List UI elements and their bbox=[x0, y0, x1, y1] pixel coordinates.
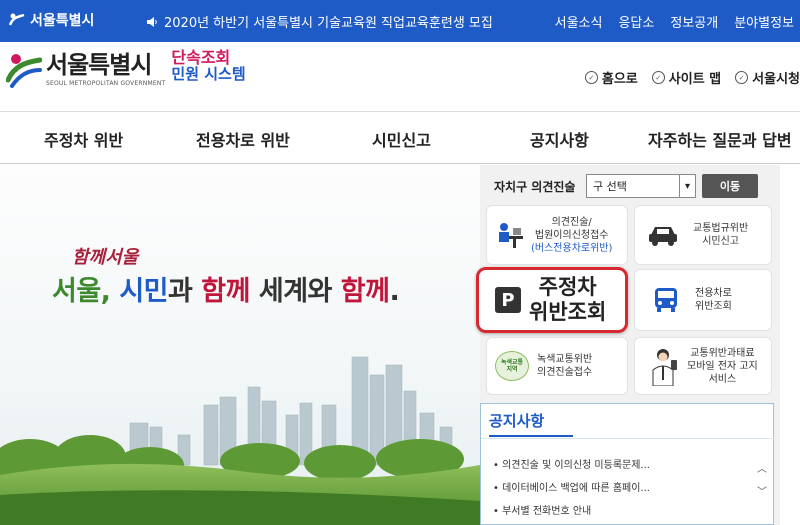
logo-title: 서울특별시 bbox=[46, 51, 152, 79]
slogan-part-1: 서울, bbox=[52, 276, 120, 307]
link-eungdapso[interactable]: 응답소 bbox=[618, 12, 654, 31]
sitemap-link[interactable]: ✓ 사이트 맵 bbox=[651, 68, 722, 87]
tile-traffic-report[interactable]: 교통법규위반 시민신고 bbox=[634, 205, 772, 265]
notice-scroller: ︿ ﹀ bbox=[757, 460, 771, 498]
link-info-disclosure[interactable]: 정보공개 bbox=[670, 12, 718, 31]
slogan-part-7: . bbox=[389, 276, 400, 307]
notice-list: 의견진술 및 이의신청 미등록문제... 데이터베이스 백업에 따른 홈페이..… bbox=[493, 456, 650, 525]
notice-box-divider bbox=[481, 438, 775, 439]
tile-5-line-2: 의견진술접수 bbox=[537, 367, 593, 378]
notice-item[interactable]: 부서별 전화번호 안내 bbox=[493, 502, 650, 517]
tile-opinion-objection[interactable]: 의견진술/ 법원이의신청접수 (버스전용차로위반) bbox=[486, 205, 628, 265]
parking-icon: P bbox=[495, 287, 521, 313]
system-line-1: 단속조회 bbox=[171, 48, 231, 67]
tile-1-line-2: 법원이의신청접수 bbox=[534, 229, 609, 241]
district-select-value: 구 선택 bbox=[593, 180, 627, 193]
chevron-down-icon: ▾ bbox=[679, 175, 695, 197]
bus-icon bbox=[655, 288, 677, 312]
cityhall-link[interactable]: ✓ 서울시청 bbox=[735, 68, 800, 87]
notice-ticker[interactable]: 2020년 하반기 서울특별시 기술교육원 직업교육훈련생 모집 bbox=[146, 12, 493, 31]
utility-links: ✓ 홈으로 ✓ 사이트 맵 ✓ 서울시청 bbox=[584, 68, 800, 87]
home-label: 홈으로 bbox=[601, 72, 638, 87]
nav-parking-violation[interactable]: 주정차 위반 bbox=[44, 127, 123, 151]
tile-4-line-2: 위반조회 bbox=[695, 301, 732, 312]
home-link[interactable]: ✓ 홈으로 bbox=[584, 68, 638, 87]
top-bar: 서울특별시 2020년 하반기 서울특별시 기술교육원 직업교육훈련생 모집 서… bbox=[0, 0, 800, 42]
nav-lane-violation[interactable]: 전용차로 위반 bbox=[196, 127, 290, 151]
seoul-emblem-icon bbox=[5, 50, 43, 90]
sitemap-icon: ✓ bbox=[651, 71, 665, 84]
link-field-info[interactable]: 분야별정보 bbox=[734, 12, 794, 31]
tile-6-line-3: 서비스 bbox=[708, 373, 737, 385]
brand-label: 서울특별시 bbox=[30, 13, 95, 29]
slogan-part-6: 함께 bbox=[340, 276, 390, 307]
tile-2-line-1: 교통법규위반 bbox=[693, 223, 749, 234]
slogan-part-4: 함께 bbox=[201, 276, 250, 307]
tile-3-line-2: 위반조회 bbox=[529, 300, 607, 324]
notice-item[interactable]: 의견진술 및 이의신청 미등록문제... bbox=[493, 456, 650, 471]
tile-2-line-2: 시민신고 bbox=[702, 236, 739, 247]
nav-citizen-report[interactable]: 시민신고 bbox=[372, 127, 431, 151]
city-skyline-illustration bbox=[0, 356, 480, 525]
district-select-label: 자치구 의견진술 bbox=[494, 179, 576, 194]
tile-lane-violation-lookup[interactable]: 전용차로 위반조회 bbox=[634, 269, 772, 331]
slogan-part-5: 세계와 bbox=[249, 276, 341, 307]
logo-subtitle: SEOUL METROPOLITAN GOVERNMENT bbox=[46, 80, 166, 87]
notice-item[interactable]: 데이터베이스 백업에 따른 홈페이... bbox=[493, 479, 650, 494]
hero-banner: 함께서울 서울, 시민과 함께 세계와 함께. bbox=[0, 165, 480, 525]
main-nav: 주정차 위반 전용차로 위반 시민신고 공지사항 자주하는 질문과 답변 bbox=[0, 112, 800, 164]
green-zone-badge-icon: 녹색교통지역 bbox=[495, 351, 529, 381]
chevron-down-icon[interactable]: ﹀ bbox=[757, 483, 771, 498]
tile-1-line-3: (버스전용차로위반) bbox=[531, 242, 613, 254]
tile-parking-violation-lookup[interactable]: P 주정차 위반조회 bbox=[476, 267, 628, 333]
tile-4-line-1: 전용차로 bbox=[695, 288, 732, 299]
sitemap-label: 사이트 맵 bbox=[668, 72, 722, 87]
top-links: 서울소식 응답소 정보공개 분야별정보 bbox=[555, 12, 794, 31]
home-icon: ✓ bbox=[584, 71, 598, 84]
seoul-brand-link[interactable]: 서울특별시 bbox=[8, 10, 94, 30]
system-name: 단속조회 민원 시스템 bbox=[171, 48, 246, 83]
notice-box: 공지사항 의견진술 및 이의신청 미등록문제... 데이터베이스 백업에 따른 … bbox=[480, 403, 775, 525]
notice-text: 2020년 하반기 서울특별시 기술교육원 직업교육훈련생 모집 bbox=[164, 16, 493, 31]
hero-slogan: 서울, 시민과 함께 세계와 함께. bbox=[52, 269, 400, 308]
district-select-row: 자치구 의견진술 구 선택 ▾ 이동 bbox=[480, 169, 774, 203]
officer-icon bbox=[652, 349, 677, 386]
link-seoul-news[interactable]: 서울소식 bbox=[555, 12, 603, 31]
nav-faq[interactable]: 자주하는 질문과 답변 bbox=[648, 127, 792, 151]
hero-tag: 함께서울 bbox=[72, 247, 139, 268]
tile-3-line-1: 주정차 bbox=[538, 275, 597, 299]
system-line-2: 민원 시스템 bbox=[171, 65, 246, 83]
desk-person-icon bbox=[499, 223, 523, 248]
slogan-part-2: 시민 bbox=[119, 276, 169, 307]
car-icon bbox=[649, 227, 677, 246]
site-logo[interactable]: 서울특별시 SEOUL METROPOLITAN GOVERNMENT 단속조회… bbox=[5, 48, 246, 90]
tile-1-line-1: 의견진술/ bbox=[551, 216, 592, 228]
slogan-part-3: 과 bbox=[168, 276, 202, 307]
chevron-up-icon[interactable]: ︿ bbox=[757, 460, 771, 475]
tile-green-traffic-opinion[interactable]: 녹색교통지역 녹색교통위반 의견진술접수 bbox=[486, 337, 628, 395]
tile-5-line-1: 녹색교통위반 bbox=[537, 354, 593, 365]
nav-notices[interactable]: 공지사항 bbox=[530, 127, 589, 151]
tile-6-line-1: 교통위반과태료 bbox=[690, 347, 755, 359]
speaker-icon bbox=[147, 16, 157, 27]
green-zone-badge-text: 녹색교통지역 bbox=[500, 359, 524, 373]
notice-box-title[interactable]: 공지사항 bbox=[489, 410, 573, 437]
go-button[interactable]: 이동 bbox=[702, 174, 758, 198]
seoul-logo-icon bbox=[8, 13, 25, 26]
site-header: 서울특별시 SEOUL METROPOLITAN GOVERNMENT 단속조회… bbox=[0, 42, 800, 112]
cityhall-label: 서울시청 bbox=[752, 72, 800, 87]
district-select[interactable]: 구 선택 ▾ bbox=[586, 174, 696, 198]
cityhall-icon: ✓ bbox=[735, 71, 749, 84]
tile-mobile-fine-notice[interactable]: 교통위반과태료 모바일 전자 고지 서비스 bbox=[634, 337, 772, 395]
tile-6-line-2: 모바일 전자 고지 bbox=[687, 360, 758, 372]
